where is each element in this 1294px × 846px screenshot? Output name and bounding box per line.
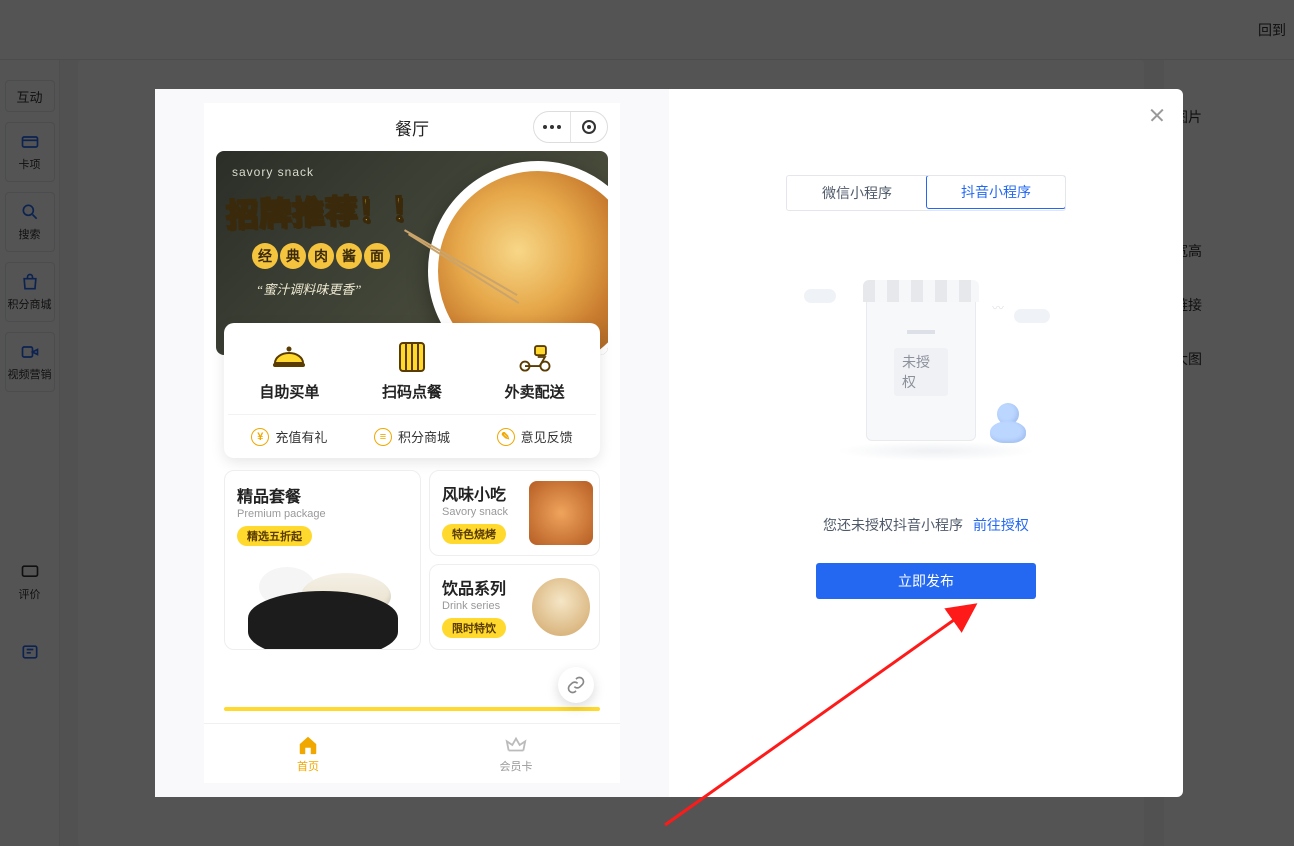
home-icon bbox=[297, 734, 319, 756]
close-target-icon[interactable] bbox=[571, 112, 607, 142]
goto-authorize-link[interactable]: 前往授权 bbox=[973, 517, 1029, 533]
link-icon bbox=[566, 675, 586, 695]
tray-icon bbox=[248, 591, 398, 650]
miniapp-capsule[interactable] bbox=[533, 111, 608, 143]
more-icon[interactable] bbox=[534, 112, 570, 142]
publish-panel: 微信小程序 抖音小程序 〰 未授权 您还未授权抖音小程序 前往授权 立即发布 bbox=[669, 89, 1183, 797]
authorization-hint: 您还未授权抖音小程序 前往授权 bbox=[823, 515, 1029, 535]
platform-tabs: 微信小程序 抖音小程序 bbox=[786, 175, 1066, 211]
crown-icon bbox=[505, 734, 527, 756]
nav-home[interactable]: 首页 bbox=[204, 724, 412, 783]
cloche-icon bbox=[269, 339, 309, 375]
milk-tea-image bbox=[529, 575, 593, 639]
badge: 限时特饮 bbox=[442, 618, 506, 638]
qrcode-icon bbox=[392, 339, 432, 375]
banner-script: “蜜汁调料味更香” bbox=[256, 279, 361, 298]
link-feedback[interactable]: ✎ 意见反馈 bbox=[497, 427, 573, 446]
tab-douyin-miniapp[interactable]: 抖音小程序 bbox=[926, 175, 1066, 209]
feature-row: 自助买单 扫码点餐 外卖配送 bbox=[228, 339, 596, 415]
cloud-icon bbox=[1014, 309, 1050, 323]
nav-member-card[interactable]: 会员卡 bbox=[412, 724, 620, 783]
badge: 精选五折起 bbox=[237, 526, 312, 546]
feature-card: 自助买单 扫码点餐 外卖配送 bbox=[224, 323, 600, 458]
category-drink-series[interactable]: 饮品系列 Drink series 限时特饮 bbox=[429, 564, 600, 650]
category-grid: 精品套餐 Premium package 精选五折起 风味小吃 Savory s… bbox=[224, 470, 600, 650]
feature-self-checkout[interactable]: 自助买单 bbox=[239, 339, 339, 402]
phone-title: 餐厅 bbox=[395, 115, 429, 140]
publish-modal: 餐厅 savory snack 招牌推荐！！ 经典肉酱面 “蜜汁调料味更香” bbox=[155, 89, 1183, 797]
phone-titlebar: 餐厅 bbox=[204, 103, 620, 151]
storefront-icon: 未授权 bbox=[866, 291, 976, 441]
delivery-scooter-icon bbox=[515, 339, 555, 375]
category-savory-snack[interactable]: 风味小吃 Savory snack 特色烧烤 bbox=[429, 470, 600, 556]
edit-icon: ✎ bbox=[497, 428, 515, 446]
bird-icon: 〰 bbox=[992, 299, 1004, 316]
link-recharge[interactable]: ¥ 充值有礼 bbox=[251, 427, 327, 446]
cloud-icon bbox=[804, 289, 836, 303]
bbq-wings-image bbox=[529, 481, 593, 545]
link-points-mall[interactable]: ≡ 积分商城 bbox=[374, 427, 450, 446]
empty-state-illustration: 〰 未授权 bbox=[796, 281, 1056, 491]
tab-wechat-miniapp[interactable]: 微信小程序 bbox=[787, 176, 927, 210]
phone-frame: 餐厅 savory snack 招牌推荐！！ 经典肉酱面 “蜜汁调料味更香” bbox=[204, 103, 620, 783]
banner-brand: savory snack bbox=[232, 165, 314, 179]
phone-preview-panel: 餐厅 savory snack 招牌推荐！！ 经典肉酱面 “蜜汁调料味更香” bbox=[155, 89, 669, 797]
publish-button[interactable]: 立即发布 bbox=[816, 563, 1036, 599]
badge: 特色烧烤 bbox=[442, 524, 506, 544]
bottom-nav: 首页 会员卡 bbox=[204, 723, 620, 783]
banner-headline: 招牌推荐！！ bbox=[225, 184, 425, 237]
feature-scan-order[interactable]: 扫码点餐 bbox=[362, 339, 462, 402]
stack-icon: ≡ bbox=[374, 428, 392, 446]
quick-links-row: ¥ 充值有礼 ≡ 积分商城 ✎ 意见反馈 bbox=[228, 415, 596, 446]
feature-delivery[interactable]: 外卖配送 bbox=[485, 339, 585, 402]
unauthorized-tag: 未授权 bbox=[894, 348, 948, 396]
banner-circle-text: 经典肉酱面 bbox=[252, 243, 390, 269]
yen-icon: ¥ bbox=[251, 428, 269, 446]
category-premium-package[interactable]: 精品套餐 Premium package 精选五折起 bbox=[224, 470, 421, 650]
character-icon bbox=[986, 403, 1030, 443]
floating-link-button[interactable] bbox=[558, 667, 594, 703]
section-divider bbox=[224, 707, 600, 711]
